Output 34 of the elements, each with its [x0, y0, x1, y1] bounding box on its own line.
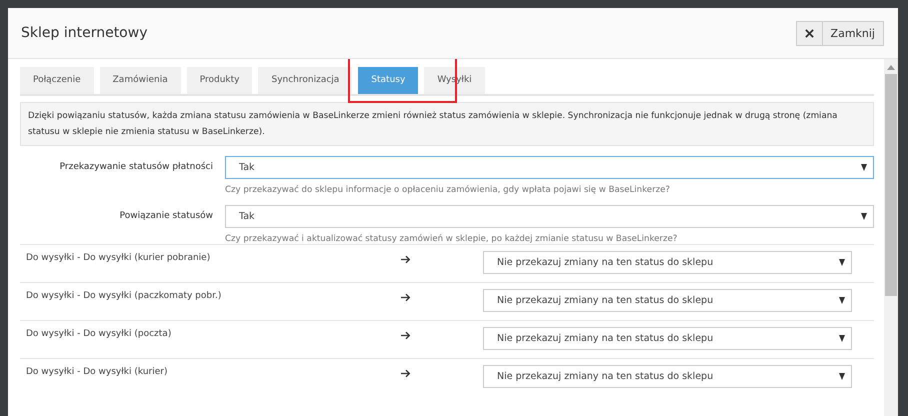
field-label: Przekazywanie statusów płatności	[58, 160, 214, 174]
caret-icon	[861, 164, 867, 171]
hint-text: Czy przekazywać i aktualizować statusy zamówień w sklepie, po każdej zmianie statusu w BaseLinkerze?	[225, 234, 678, 244]
select-field[interactable]: Tak	[225, 156, 874, 179]
hint-text: Czy przekazywać do sklepu informacje o opłaceniu zamówienia, gdy wpłata pojawi się w BaseLinkerze?	[225, 185, 671, 195]
caret-icon	[861, 213, 867, 220]
arrow-right-icon	[401, 255, 411, 264]
select-field[interactable]: Tak	[225, 205, 874, 228]
tab[interactable]: Zamówienia	[100, 67, 181, 94]
caret-icon	[839, 373, 845, 380]
arrow-right-icon	[401, 331, 411, 340]
select-field[interactable]: Nie przekazuj zmiany na ten status do sklepu	[483, 327, 852, 350]
tab[interactable]: Produkty	[186, 67, 252, 94]
info-text: Dzięki powiązaniu statusów, każda zmiana statusu zamówienia w BaseLinkerze zmieni również status zamówienia w sklepie. Synchronizacja nie funkcjonuje jednak w drugą stronę (zmiana statusu w sklepie nie zmienia statusu w BaseLinkerze).	[20, 102, 874, 146]
scrollbar[interactable]	[884, 59, 898, 416]
select-field[interactable]: Nie przekazuj zmiany na ten status do sklepu	[483, 365, 852, 388]
status-name: Do wysyłki - Do wysyłki (kurier)	[26, 366, 168, 377]
status-name: Do wysyłki - Do wysyłki (kurier pobranie)	[26, 252, 212, 263]
tab[interactable]: Połączenie	[20, 67, 94, 94]
caret-icon	[839, 335, 845, 342]
dialog-title: Sklep internetowy	[21, 25, 148, 41]
status-name: Do wysyłki - Do wysyłki (poczta)	[26, 328, 172, 339]
caret-icon	[839, 297, 845, 304]
close-icon	[804, 28, 814, 38]
tab[interactable]: Synchronizacja	[258, 67, 352, 94]
arrow-right-icon	[401, 369, 411, 378]
status-name: Do wysyłki - Do wysyłki (paczkomaty pobr.)	[26, 290, 222, 301]
select-field[interactable]: Nie przekazuj zmiany na ten status do sklepu	[483, 289, 852, 312]
caret-icon	[839, 259, 845, 266]
close-button[interactable]: Zamknij	[796, 20, 884, 46]
select-field[interactable]: Nie przekazuj zmiany na ten status do sklepu	[483, 251, 852, 274]
field-label: Powiązanie statusów	[118, 210, 214, 223]
arrow-right-icon	[401, 293, 411, 302]
scrollbar-thumb[interactable]	[885, 74, 897, 296]
